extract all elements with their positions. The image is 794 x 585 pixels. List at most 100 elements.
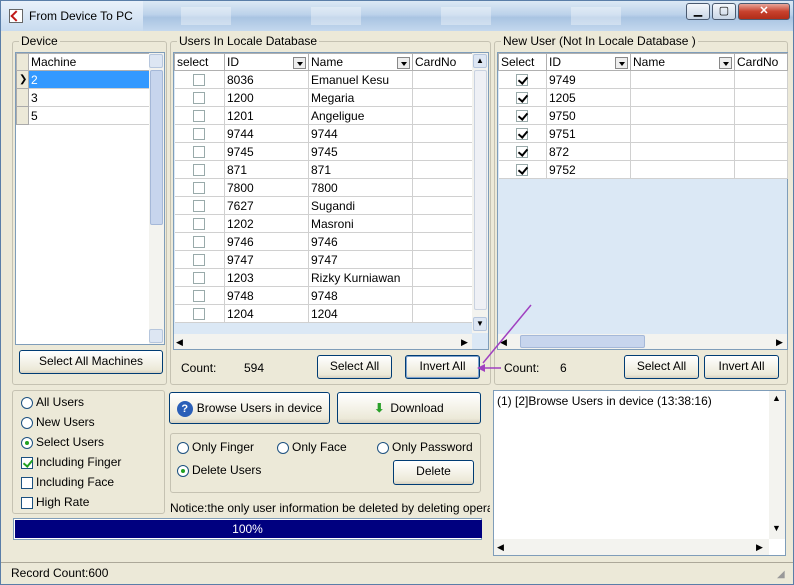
table-row[interactable]: 9748 9748	[174, 286, 473, 305]
table-row[interactable]: 871 871	[174, 160, 473, 179]
row-checkbox[interactable]	[193, 254, 206, 267]
only-password-option[interactable]: Only Password	[377, 440, 473, 454]
delete-users-radio[interactable]	[177, 464, 189, 477]
row-select-cell[interactable]	[174, 160, 225, 179]
row-select-cell[interactable]	[498, 88, 547, 107]
column-header-name[interactable]: Name	[630, 53, 735, 71]
table-row[interactable]: 9745 9745	[174, 142, 473, 161]
machine-row[interactable]: 5	[16, 106, 151, 125]
row-checkbox[interactable]	[193, 290, 206, 303]
only-finger-radio[interactable]	[177, 441, 189, 454]
locale-invert-all-button[interactable]: Invert All	[405, 355, 480, 379]
new-users-option[interactable]: New Users	[21, 415, 95, 429]
only-finger-option[interactable]: Only Finger	[177, 440, 254, 454]
table-row[interactable]: 1202 Masroni	[174, 214, 473, 233]
browse-users-button[interactable]: ? Browse Users in device	[169, 392, 330, 424]
all-users-option[interactable]: All Users	[21, 395, 84, 409]
row-select-cell[interactable]	[174, 214, 225, 233]
delete-button[interactable]: Delete	[393, 460, 474, 485]
delete-users-option[interactable]: Delete Users	[177, 463, 261, 477]
row-select-cell[interactable]	[174, 178, 225, 197]
table-row[interactable]: 1200 Megaria	[174, 88, 473, 107]
row-select-cell[interactable]	[174, 196, 225, 215]
row-select-cell[interactable]	[174, 88, 225, 107]
machine-cell[interactable]: 3	[28, 88, 151, 107]
table-row[interactable]: 9750	[498, 106, 788, 125]
table-row[interactable]: 9749	[498, 70, 788, 89]
locale-vscrollbar[interactable]: ▲ ▼	[472, 53, 488, 333]
column-header-name[interactable]: Name	[308, 53, 413, 71]
row-select-cell[interactable]	[174, 268, 225, 287]
name-filter-icon[interactable]	[397, 57, 410, 69]
row-checkbox[interactable]	[193, 164, 206, 177]
maximize-button[interactable]: ▢	[712, 3, 736, 20]
row-checkbox[interactable]	[193, 308, 206, 321]
including-face-checkbox[interactable]	[21, 476, 33, 489]
row-select-cell[interactable]	[174, 304, 225, 323]
minimize-button[interactable]: ▁	[686, 3, 710, 20]
table-row[interactable]: 9752	[498, 160, 788, 179]
high-rate-option[interactable]: High Rate	[21, 495, 89, 509]
table-row[interactable]: 8036 Emanuel Kesu	[174, 70, 473, 89]
row-select-cell[interactable]	[174, 250, 225, 269]
row-select-cell[interactable]	[174, 286, 225, 305]
new-user-invert-all-button[interactable]: Invert All	[704, 355, 779, 379]
only-face-radio[interactable]	[277, 441, 289, 454]
only-face-option[interactable]: Only Face	[277, 440, 347, 454]
machine-cell[interactable]: 2	[28, 70, 151, 89]
row-select-cell[interactable]	[174, 124, 225, 143]
table-row[interactable]: 872	[498, 142, 788, 161]
id-filter-icon[interactable]	[615, 57, 628, 69]
machine-grid[interactable]: Machine ❯ 2 3 5	[15, 52, 165, 345]
log-panel[interactable]: (1) [2]Browse Users in device (13:38:16)…	[493, 390, 786, 556]
machine-scrollbar[interactable]	[149, 53, 164, 344]
table-row[interactable]: 9744 9744	[174, 124, 473, 143]
id-filter-icon[interactable]	[293, 57, 306, 69]
column-header-cardno[interactable]: CardNo	[412, 53, 473, 71]
row-select-cell[interactable]	[174, 106, 225, 125]
column-header-cardno[interactable]: CardNo	[734, 53, 788, 71]
row-checkbox[interactable]	[516, 128, 529, 141]
locale-users-grid[interactable]: select ID Name CardNo 8036 Emanuel Kesu 12…	[173, 52, 489, 350]
table-row[interactable]: 9746 9746	[174, 232, 473, 251]
only-password-radio[interactable]	[377, 441, 389, 454]
row-checkbox[interactable]	[516, 92, 529, 105]
row-checkbox[interactable]	[193, 92, 206, 105]
name-filter-icon[interactable]	[719, 57, 732, 69]
row-checkbox[interactable]	[193, 200, 206, 213]
row-checkbox[interactable]	[516, 74, 529, 87]
row-select-cell[interactable]	[498, 106, 547, 125]
machine-row[interactable]: ❯ 2	[16, 70, 151, 89]
row-checkbox[interactable]	[516, 146, 529, 159]
column-header-id[interactable]: ID	[224, 53, 309, 71]
machine-cell[interactable]: 5	[28, 106, 151, 125]
column-header-select[interactable]: Select	[498, 53, 547, 71]
column-header-id[interactable]: ID	[546, 53, 631, 71]
including-finger-checkbox[interactable]	[21, 456, 33, 469]
close-button[interactable]: ✕	[738, 3, 790, 20]
row-select-cell[interactable]	[498, 142, 547, 161]
new-user-select-all-button[interactable]: Select All	[624, 355, 699, 379]
select-users-option[interactable]: Select Users	[21, 435, 104, 449]
table-row[interactable]: 1204 1204	[174, 304, 473, 323]
table-row[interactable]: 9751	[498, 124, 788, 143]
table-row[interactable]: 1205	[498, 88, 788, 107]
row-checkbox[interactable]	[193, 146, 206, 159]
row-select-cell[interactable]	[498, 70, 547, 89]
machine-row[interactable]: 3	[16, 88, 151, 107]
row-checkbox[interactable]	[193, 74, 206, 87]
row-checkbox[interactable]	[193, 128, 206, 141]
column-header-select[interactable]: select	[174, 53, 225, 71]
high-rate-checkbox[interactable]	[21, 496, 33, 509]
row-select-cell[interactable]	[174, 232, 225, 251]
including-finger-option[interactable]: Including Finger	[21, 455, 121, 469]
row-select-cell[interactable]	[498, 124, 547, 143]
table-row[interactable]: 7800 7800	[174, 178, 473, 197]
download-button[interactable]: ⬇ Download	[337, 392, 481, 424]
locale-select-all-button[interactable]: Select All	[317, 355, 392, 379]
row-checkbox[interactable]	[516, 110, 529, 123]
all-users-radio[interactable]	[21, 396, 33, 409]
row-checkbox[interactable]	[193, 110, 206, 123]
log-vscrollbar[interactable]: ▲ ▼	[769, 391, 785, 539]
row-select-cell[interactable]	[174, 142, 225, 161]
